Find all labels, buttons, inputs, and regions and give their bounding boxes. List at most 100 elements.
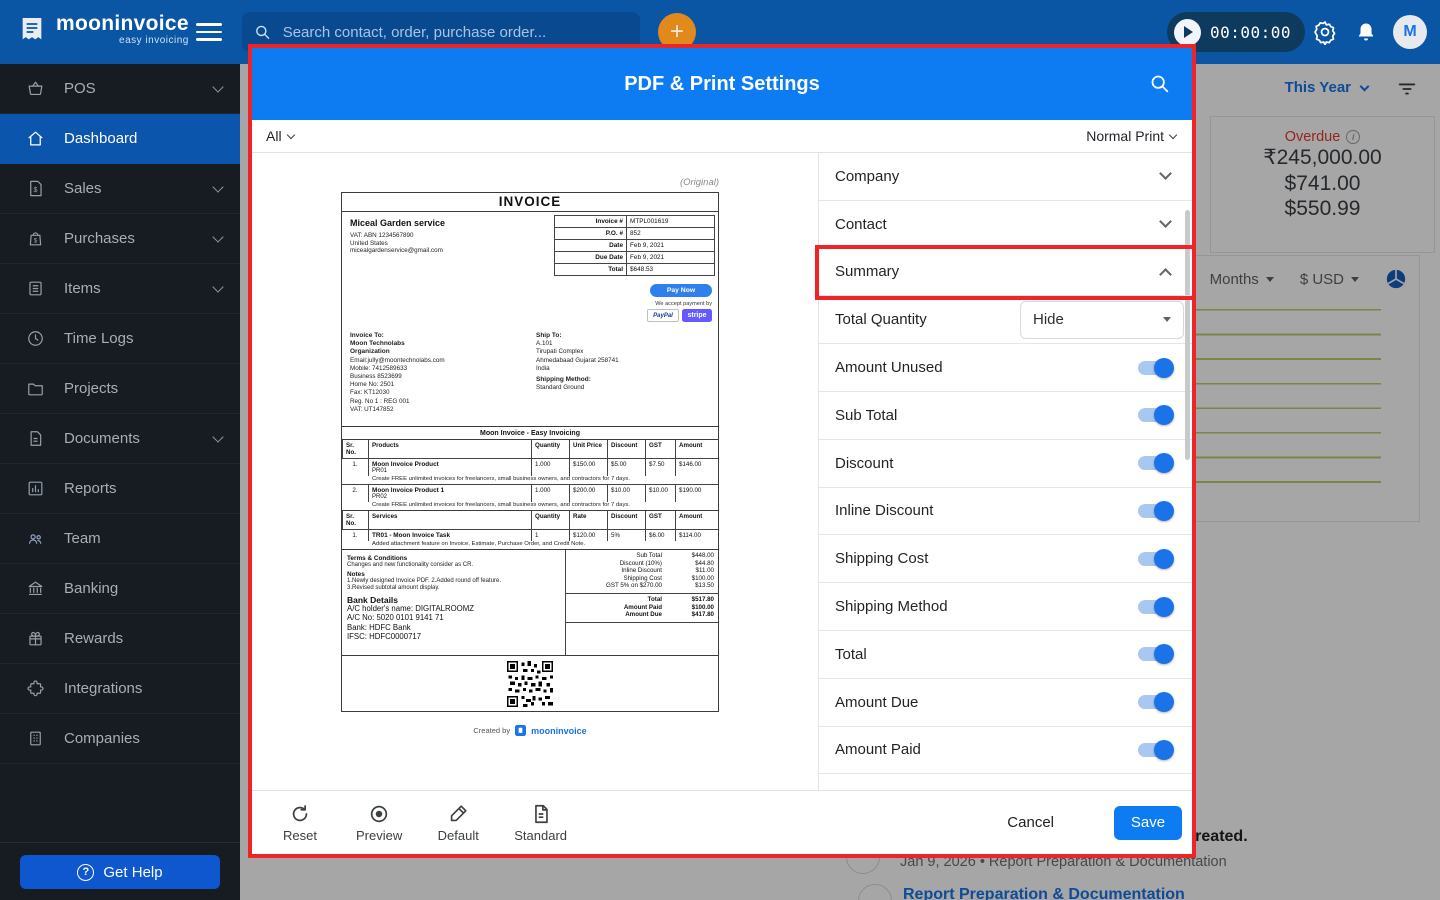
get-help-button[interactable]: ? Get Help (20, 855, 220, 889)
toggle-switch[interactable] (1138, 453, 1174, 474)
products-table-rows: 1. Moon Invoice Product PR01 1.000 $150.0… (342, 458, 718, 510)
chevron-down-icon (1159, 215, 1172, 229)
section-contact[interactable]: Contact (819, 201, 1192, 249)
chevron-down-icon (212, 230, 224, 243)
menu-icon[interactable] (196, 23, 222, 41)
time-logs-icon (26, 329, 46, 349)
total-row: GST 5% on $270.00 $13.50 (606, 582, 714, 590)
document-icon (534, 804, 548, 823)
user-avatar[interactable]: M (1393, 15, 1427, 49)
sidebar-item[interactable]: $ Sales (0, 164, 240, 214)
ship-to-block: Ship To: A.101 Tirupati Complex Ahmedabaad… (536, 332, 619, 392)
service-row: 1. TR01 - Moon Invoice Task 1 $120.00 5%… (342, 529, 718, 549)
cancel-button[interactable]: Cancel (997, 806, 1064, 839)
total-row: Total $517.80 (647, 595, 714, 603)
toggle-switch[interactable] (1138, 692, 1174, 713)
modal-toolbar: Reset Preview Default Standard Cancel Sa… (252, 790, 1192, 854)
save-button[interactable]: Save (1114, 805, 1182, 840)
sidebar-item[interactable]: Projects (0, 364, 240, 414)
sidebar-item-label: Time Logs (64, 330, 134, 347)
default-button[interactable]: Default (436, 803, 480, 843)
section-summary[interactable]: Summary (819, 249, 1192, 297)
reset-icon (292, 804, 308, 821)
section-company[interactable]: Company (819, 153, 1192, 201)
pos-icon (26, 79, 46, 99)
sidebar-nav: POS Dashboard $ Sales $ Purchases Items … (0, 64, 240, 900)
toggle-switch[interactable] (1138, 405, 1174, 426)
items-icon (26, 279, 46, 299)
document-type-dropdown[interactable]: All (266, 128, 295, 144)
standard-button[interactable]: Standard (514, 803, 567, 843)
get-help-label: Get Help (103, 863, 163, 881)
sidebar-item[interactable]: Reports (0, 464, 240, 514)
toggle-switch[interactable] (1138, 357, 1174, 378)
invoice-meta-row: Invoice # MTPL001619 (554, 215, 715, 228)
preview-icon (370, 805, 388, 822)
qr-code (507, 660, 553, 707)
invoice-company-lines: VAT: ABN 1234567890 United States micealga… (350, 232, 443, 255)
play-icon[interactable] (1174, 18, 1201, 46)
invoice-company-name: Miceal Garden service (350, 218, 446, 228)
sidebar-item-label: POS (64, 80, 96, 97)
modal-search-icon[interactable] (1149, 73, 1170, 99)
team-icon (26, 529, 46, 549)
search-input[interactable] (280, 22, 628, 42)
toggle-switch[interactable] (1138, 644, 1174, 665)
settings-scrollbar[interactable] (1185, 210, 1190, 460)
modal-body: (Original) INVOICE Miceal Garden service… (252, 153, 1192, 790)
invoice-company-line: United States (350, 239, 388, 247)
sidebar-item-label: Integrations (64, 680, 143, 697)
total-quantity-select[interactable]: Hide (1020, 300, 1184, 339)
invoice-to-block: Invoice To: Moon Technolabs Organization … (350, 332, 445, 413)
total-row: Amount Due $417.80 (625, 611, 714, 619)
toggle-rows: Amount Unused Sub Total Discount Inline … (819, 344, 1192, 775)
modal-filter-row: All Normal Print (252, 120, 1192, 153)
sidebar-item[interactable]: Companies (0, 714, 240, 764)
total-quantity-row: Total Quantity Hide (819, 296, 1192, 345)
invoice-terms-bank-block: Terms & Conditions Changes and new funct… (342, 550, 566, 655)
app-logo[interactable]: mooninvoice easy invoicing (16, 13, 189, 46)
invoice-meta-row: P.O. #852 (554, 227, 715, 240)
notifications-bell-icon[interactable] (1354, 20, 1378, 49)
documents-icon (26, 429, 46, 449)
total-row: Amount Paid $100.00 (623, 603, 714, 611)
invoice-preview-pane: (Original) INVOICE Miceal Garden service… (252, 153, 818, 790)
sidebar-item[interactable]: Team (0, 514, 240, 564)
toggle-row: Shipping Method (819, 583, 1192, 631)
print-mode-dropdown[interactable]: Normal Print (1086, 128, 1178, 144)
dashboard-icon (26, 129, 46, 149)
document-type-value: All (266, 128, 282, 144)
created-by-line: Created by mooninvoice (473, 725, 587, 736)
sidebar-item[interactable]: Integrations (0, 664, 240, 714)
sidebar-item[interactable]: Documents (0, 414, 240, 464)
invoice-company-line: micealgardenservice@gmail.com (350, 247, 443, 255)
total-row: Shipping Cost $100.00 (623, 574, 714, 582)
total-row: Sub Total $448.00 (636, 552, 714, 559)
chevron-down-icon (1159, 167, 1172, 181)
sidebar-item[interactable]: Time Logs (0, 314, 240, 364)
product-row: 1. Moon Invoice Product PR01 1.000 $150.0… (342, 458, 718, 484)
pay-now-button[interactable]: Pay Now (650, 284, 712, 297)
brush-icon (451, 804, 467, 821)
preview-button[interactable]: Preview (356, 803, 402, 843)
sidebar-item[interactable]: Banking (0, 564, 240, 614)
sidebar-item[interactable]: POS (0, 64, 240, 114)
invoice-meta-table: Invoice # MTPL001619 P.O. #852 Date Feb 9, 2… (554, 215, 715, 276)
toggle-switch[interactable] (1138, 500, 1174, 521)
chevron-down-icon (1168, 130, 1178, 139)
search-icon (256, 25, 270, 39)
toggle-switch[interactable] (1138, 739, 1174, 760)
toggle-switch[interactable] (1138, 548, 1174, 569)
sidebar-item[interactable]: Items (0, 264, 240, 314)
settings-pane: Company Contact Summary Total Quantity H… (818, 153, 1192, 790)
sidebar-item-label: Documents (64, 430, 140, 447)
sidebar-item[interactable]: Rewards (0, 614, 240, 664)
sidebar-item[interactable]: $ Purchases (0, 214, 240, 264)
settings-gear-icon[interactable] (1312, 19, 1338, 50)
toggle-switch[interactable] (1138, 596, 1174, 617)
help-icon: ? (77, 863, 95, 881)
modal-title: PDF & Print Settings (624, 72, 820, 95)
sidebar-item[interactable]: Dashboard (0, 114, 240, 164)
reset-button[interactable]: Reset (278, 803, 322, 843)
toggle-row: Amount Due (819, 679, 1192, 727)
